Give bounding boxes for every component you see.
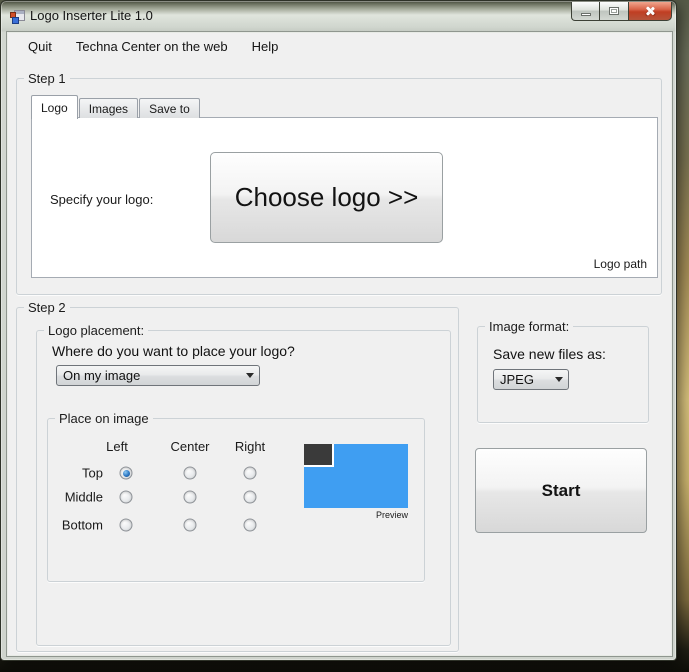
tab-images[interactable]: Images bbox=[78, 98, 139, 118]
tab-save-to[interactable]: Save to bbox=[139, 98, 200, 118]
chevron-down-icon bbox=[246, 373, 254, 378]
dropdown-zone bbox=[550, 370, 568, 389]
close-button[interactable] bbox=[628, 2, 672, 21]
chevron-down-icon bbox=[555, 377, 563, 382]
radio-middle-left[interactable] bbox=[119, 490, 133, 504]
tab-strip: Logo Images Save to bbox=[31, 94, 201, 119]
step1-legend: Step 1 bbox=[24, 71, 70, 86]
radio-middle-right[interactable] bbox=[243, 490, 257, 504]
preview-image bbox=[304, 444, 408, 508]
image-format-groupbox: Image format: Save new files as: JPEG bbox=[477, 319, 649, 423]
maximize-icon bbox=[609, 7, 619, 15]
save-new-files-label: Save new files as: bbox=[493, 346, 606, 362]
menu-item-help[interactable]: Help bbox=[240, 34, 291, 59]
title-bar[interactable]: Logo Inserter Lite 1.0 bbox=[1, 1, 676, 31]
radio-bottom-center[interactable] bbox=[183, 518, 197, 532]
preview-label: Preview bbox=[375, 510, 408, 520]
radio-top-right[interactable] bbox=[243, 466, 257, 480]
choose-logo-button[interactable]: Choose logo >> bbox=[210, 152, 443, 243]
logo-path-label: Logo path bbox=[593, 257, 647, 271]
close-icon bbox=[644, 5, 656, 17]
place-on-image-legend: Place on image bbox=[55, 411, 153, 426]
tab-logo[interactable]: Logo bbox=[31, 95, 78, 119]
row-label-middle: Middle bbox=[64, 489, 103, 505]
app-window: Logo Inserter Lite 1.0 Quit Techna Cente… bbox=[0, 0, 677, 661]
logo-placement-legend: Logo placement: bbox=[44, 323, 149, 338]
placement-question-label: Where do you want to place your logo? bbox=[52, 343, 295, 359]
menu-item-techna-center[interactable]: Techna Center on the web bbox=[64, 34, 240, 59]
app-icon bbox=[10, 9, 25, 24]
row-label-bottom: Bottom bbox=[61, 517, 103, 533]
logo-tab-page: Specify your logo: Choose logo >> Logo p… bbox=[31, 117, 658, 278]
preview-logo-square bbox=[304, 444, 334, 467]
window-controls bbox=[571, 2, 672, 21]
minimize-icon bbox=[580, 12, 591, 16]
radio-bottom-left[interactable] bbox=[119, 518, 133, 532]
menu-item-quit[interactable]: Quit bbox=[16, 34, 64, 59]
format-select-value: JPEG bbox=[500, 372, 534, 387]
client-area: Quit Techna Center on the web Help Step … bbox=[6, 31, 673, 657]
column-header-right: Right bbox=[234, 439, 266, 454]
step1-groupbox: Step 1 Logo Images Save to Specify your … bbox=[16, 71, 662, 295]
minimize-button[interactable] bbox=[571, 2, 600, 21]
row-label-top: Top bbox=[82, 465, 103, 481]
dropdown-zone bbox=[241, 366, 259, 385]
column-header-left: Left bbox=[106, 439, 128, 454]
format-select[interactable]: JPEG bbox=[493, 369, 569, 390]
image-format-legend: Image format: bbox=[485, 319, 574, 334]
menu-bar: Quit Techna Center on the web Help bbox=[8, 33, 671, 60]
radio-bottom-right[interactable] bbox=[243, 518, 257, 532]
placement-select-value: On my image bbox=[63, 368, 141, 383]
step2-groupbox: Step 2 Logo placement: Where do you want… bbox=[16, 300, 459, 652]
desktop-background: Logo Inserter Lite 1.0 Quit Techna Cente… bbox=[0, 0, 689, 672]
placement-select[interactable]: On my image bbox=[56, 365, 260, 386]
logo-placement-groupbox: Logo placement: Where do you want to pla… bbox=[36, 323, 451, 646]
column-header-center: Center bbox=[170, 439, 210, 454]
radio-middle-center[interactable] bbox=[183, 490, 197, 504]
step2-legend: Step 2 bbox=[24, 300, 70, 315]
specify-logo-label: Specify your logo: bbox=[50, 192, 154, 207]
place-on-image-groupbox: Place on image Left Center Right Top Mid… bbox=[47, 411, 425, 582]
maximize-button[interactable] bbox=[600, 2, 628, 21]
start-button[interactable]: Start bbox=[475, 448, 647, 533]
radio-top-left[interactable] bbox=[119, 466, 133, 480]
window-title: Logo Inserter Lite 1.0 bbox=[30, 8, 153, 23]
radio-top-center[interactable] bbox=[183, 466, 197, 480]
